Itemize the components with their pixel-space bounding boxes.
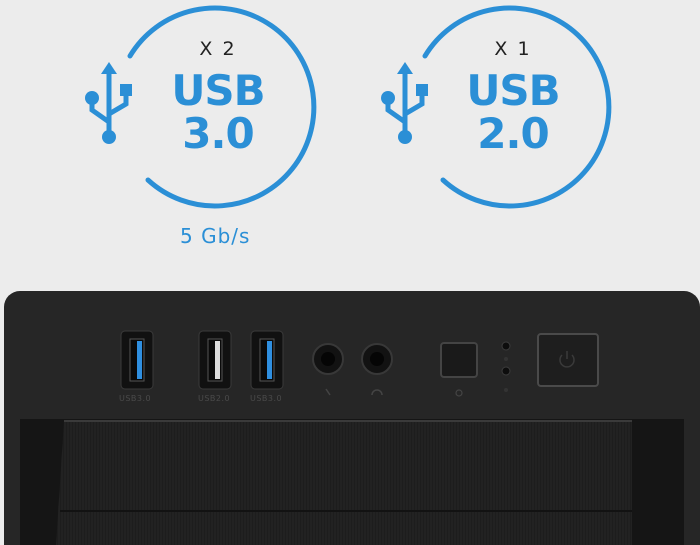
usb3-port-left[interactable] bbox=[120, 330, 154, 390]
usb2-badge: X 1 USB 2.0 bbox=[375, 0, 615, 230]
usb3-port-label-left: USB3.0 bbox=[119, 394, 152, 403]
usb3-speed: 5 Gb/s bbox=[180, 224, 251, 248]
usb2-port-label: USB2.0 bbox=[198, 394, 231, 403]
usb3-count: X 2 bbox=[199, 38, 237, 60]
usb2-version: 2.0 bbox=[477, 109, 549, 158]
usb2-count: X 1 bbox=[494, 38, 532, 60]
case-front-panel bbox=[20, 330, 684, 545]
usb3-port-right[interactable] bbox=[250, 330, 284, 390]
reset-button[interactable] bbox=[440, 342, 478, 397]
hdd-led bbox=[501, 366, 511, 376]
usb3-port-label-right: USB3.0 bbox=[250, 394, 283, 403]
usb-icon bbox=[85, 62, 132, 144]
usb2-label: USB bbox=[466, 66, 560, 115]
usb-icon bbox=[381, 62, 428, 144]
usb3-label: USB bbox=[171, 66, 265, 115]
usb2-port[interactable] bbox=[198, 330, 232, 390]
usb3-badge: X 2 USB 3.0 5 Gb/s bbox=[80, 0, 320, 248]
headphone-jack-icon[interactable] bbox=[361, 343, 393, 396]
power-button[interactable] bbox=[537, 333, 599, 387]
pc-case-top bbox=[4, 291, 700, 545]
usb3-version: 3.0 bbox=[182, 109, 254, 158]
power-led bbox=[501, 341, 511, 351]
microphone-jack-icon[interactable] bbox=[312, 343, 344, 396]
